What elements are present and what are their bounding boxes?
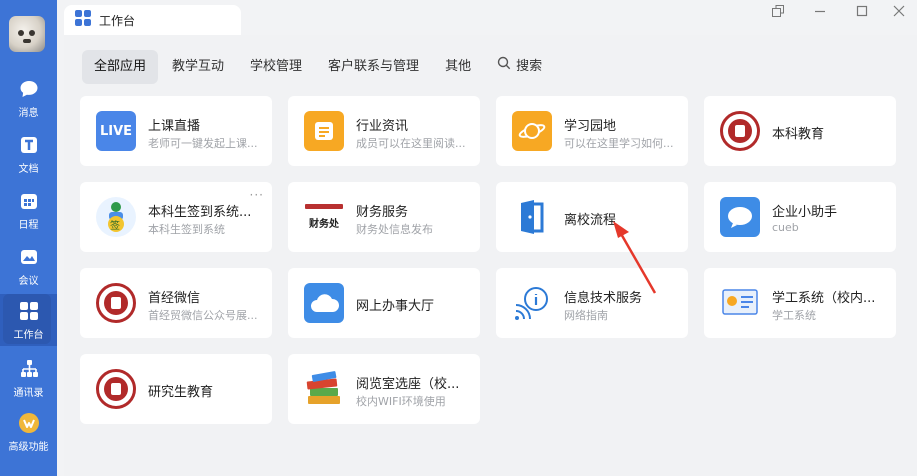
search-button[interactable]: 搜索 bbox=[485, 50, 554, 84]
app-name: 上课直播 bbox=[148, 119, 201, 134]
tab-teaching[interactable]: 教学互动 bbox=[160, 50, 236, 84]
app-name: 本科教育 bbox=[772, 127, 825, 142]
tab-all-apps[interactable]: 全部应用 bbox=[82, 50, 159, 84]
app-desc: 本科生签到系统 bbox=[148, 223, 225, 236]
sidebar-item-contacts[interactable]: 通讯录 bbox=[0, 352, 57, 402]
premium-badge-icon bbox=[18, 412, 40, 434]
workbench-grid-icon bbox=[18, 300, 40, 322]
tab-customer[interactable]: 客户联系与管理 bbox=[316, 50, 431, 84]
app-desc: 首经贸微信公众号展... bbox=[148, 309, 258, 322]
category-tabs: 全部应用 教学互动 学校管理 客户联系与管理 其他 搜索 bbox=[82, 49, 556, 85]
app-card-undergrad-edu[interactable]: 本科教育 bbox=[704, 96, 896, 166]
university-seal-icon bbox=[96, 283, 136, 323]
sidebar: 消息 文档 日程 会议 工作台 通讯录 高级功能 bbox=[0, 0, 57, 476]
more-options-icon[interactable]: ··· bbox=[250, 188, 264, 202]
university-seal-icon bbox=[96, 369, 136, 409]
app-name: 研究生教育 bbox=[148, 385, 214, 400]
app-desc: 学工系统 bbox=[772, 309, 816, 322]
app-card-industry-news[interactable]: 行业资讯 成员可以在这里阅读... bbox=[288, 96, 480, 166]
app-card-leave-school[interactable]: 离校流程 bbox=[496, 182, 688, 252]
planet-icon bbox=[512, 111, 552, 151]
app-card-reading-room[interactable]: 阅览室选座（校... 校内WIFI环境使用 bbox=[288, 354, 480, 424]
live-icon: LIVE bbox=[96, 111, 136, 151]
app-name: 学工系统（校内... bbox=[772, 291, 876, 306]
sidebar-item-label: 日程 bbox=[18, 220, 39, 231]
tab-other[interactable]: 其他 bbox=[433, 50, 483, 84]
chat-bubble-icon bbox=[720, 197, 760, 237]
app-card-live-class[interactable]: LIVE 上课直播 老师可一键发起上课... bbox=[80, 96, 272, 166]
sidebar-item-workbench[interactable]: 工作台 bbox=[0, 294, 57, 346]
app-name: 财务服务 bbox=[356, 205, 409, 220]
sidebar-item-label: 工作台 bbox=[13, 330, 44, 341]
pin-window-icon[interactable] bbox=[769, 2, 787, 20]
app-name: 学习园地 bbox=[564, 119, 617, 134]
app-desc: 成员可以在这里阅读... bbox=[356, 137, 466, 150]
sidebar-item-messages[interactable]: 消息 bbox=[0, 72, 57, 122]
workbench-content: 全部应用 教学互动 学校管理 客户联系与管理 其他 搜索 LIVE 上课直播 老… bbox=[64, 35, 917, 476]
signin-icon: 签 bbox=[96, 197, 136, 237]
sidebar-item-label: 高级功能 bbox=[8, 442, 49, 453]
calendar-icon bbox=[18, 190, 40, 212]
app-desc: 网络指南 bbox=[564, 309, 608, 322]
document-icon bbox=[18, 134, 40, 156]
news-icon bbox=[304, 111, 344, 151]
info-network-icon bbox=[512, 283, 552, 323]
app-desc: 可以在这里学习如何... bbox=[564, 137, 674, 150]
search-label: 搜索 bbox=[516, 59, 543, 74]
window-title: 工作台 bbox=[99, 13, 136, 28]
sidebar-item-docs[interactable]: 文档 bbox=[0, 128, 57, 178]
sidebar-item-label: 通讯录 bbox=[13, 388, 44, 399]
maximize-icon[interactable] bbox=[853, 2, 871, 20]
university-seal-icon bbox=[720, 111, 760, 151]
window-title-tab[interactable]: 工作台 bbox=[64, 5, 241, 35]
chat-bubble-icon bbox=[18, 78, 40, 100]
app-name: 本科生签到系统... bbox=[148, 205, 252, 220]
app-desc: 校内WIFI环境使用 bbox=[356, 395, 446, 408]
app-card-wechat[interactable]: 首经微信 首经贸微信公众号展... bbox=[80, 268, 272, 338]
books-icon bbox=[304, 369, 344, 409]
app-card-grad-edu[interactable]: 研究生教育 bbox=[80, 354, 272, 424]
app-card-finance[interactable]: 财务处 财务服务 财务处信息发布 bbox=[288, 182, 480, 252]
sidebar-item-label: 会议 bbox=[18, 276, 39, 287]
cloud-icon bbox=[304, 283, 344, 323]
meeting-icon bbox=[18, 246, 40, 268]
app-name: 离校流程 bbox=[564, 213, 617, 228]
sidebar-item-label: 消息 bbox=[18, 108, 39, 119]
door-exit-icon bbox=[512, 197, 552, 237]
app-card-it-service[interactable]: 信息技术服务 网络指南 bbox=[496, 268, 688, 338]
minimize-icon[interactable] bbox=[811, 2, 829, 20]
app-name: 网上办事大厅 bbox=[356, 299, 435, 314]
app-card-online-hall[interactable]: 网上办事大厅 bbox=[288, 268, 480, 338]
app-name: 阅览室选座（校... bbox=[356, 377, 460, 392]
sidebar-item-premium[interactable]: 高级功能 bbox=[0, 406, 57, 456]
app-card-assistant[interactable]: 企业小助手 cueb bbox=[704, 182, 896, 252]
avatar[interactable] bbox=[9, 16, 45, 52]
app-desc: 老师可一键发起上课... bbox=[148, 137, 258, 150]
app-card-learning-garden[interactable]: 学习园地 可以在这里学习如何... bbox=[496, 96, 688, 166]
sidebar-item-label: 文档 bbox=[18, 164, 39, 175]
tab-school-admin[interactable]: 学校管理 bbox=[238, 50, 314, 84]
app-card-student-affairs[interactable]: 学工系统（校内... 学工系统 bbox=[704, 268, 896, 338]
app-desc: cueb bbox=[772, 221, 799, 234]
close-icon[interactable] bbox=[890, 2, 908, 20]
app-name: 信息技术服务 bbox=[564, 291, 643, 306]
workbench-grid-icon bbox=[75, 10, 91, 30]
app-name: 企业小助手 bbox=[772, 205, 838, 220]
app-card-signin-system[interactable]: 签 本科生签到系统... 本科生签到系统 ··· bbox=[80, 182, 272, 252]
app-name: 行业资讯 bbox=[356, 119, 409, 134]
finance-logo-icon: 财务处 bbox=[304, 197, 344, 237]
contacts-tree-icon bbox=[18, 358, 40, 380]
app-name: 首经微信 bbox=[148, 291, 201, 306]
sidebar-item-calendar[interactable]: 日程 bbox=[0, 184, 57, 234]
dashboard-icon bbox=[720, 283, 760, 323]
search-icon bbox=[497, 50, 511, 84]
app-desc: 财务处信息发布 bbox=[356, 223, 433, 236]
sidebar-item-meeting[interactable]: 会议 bbox=[0, 240, 57, 290]
